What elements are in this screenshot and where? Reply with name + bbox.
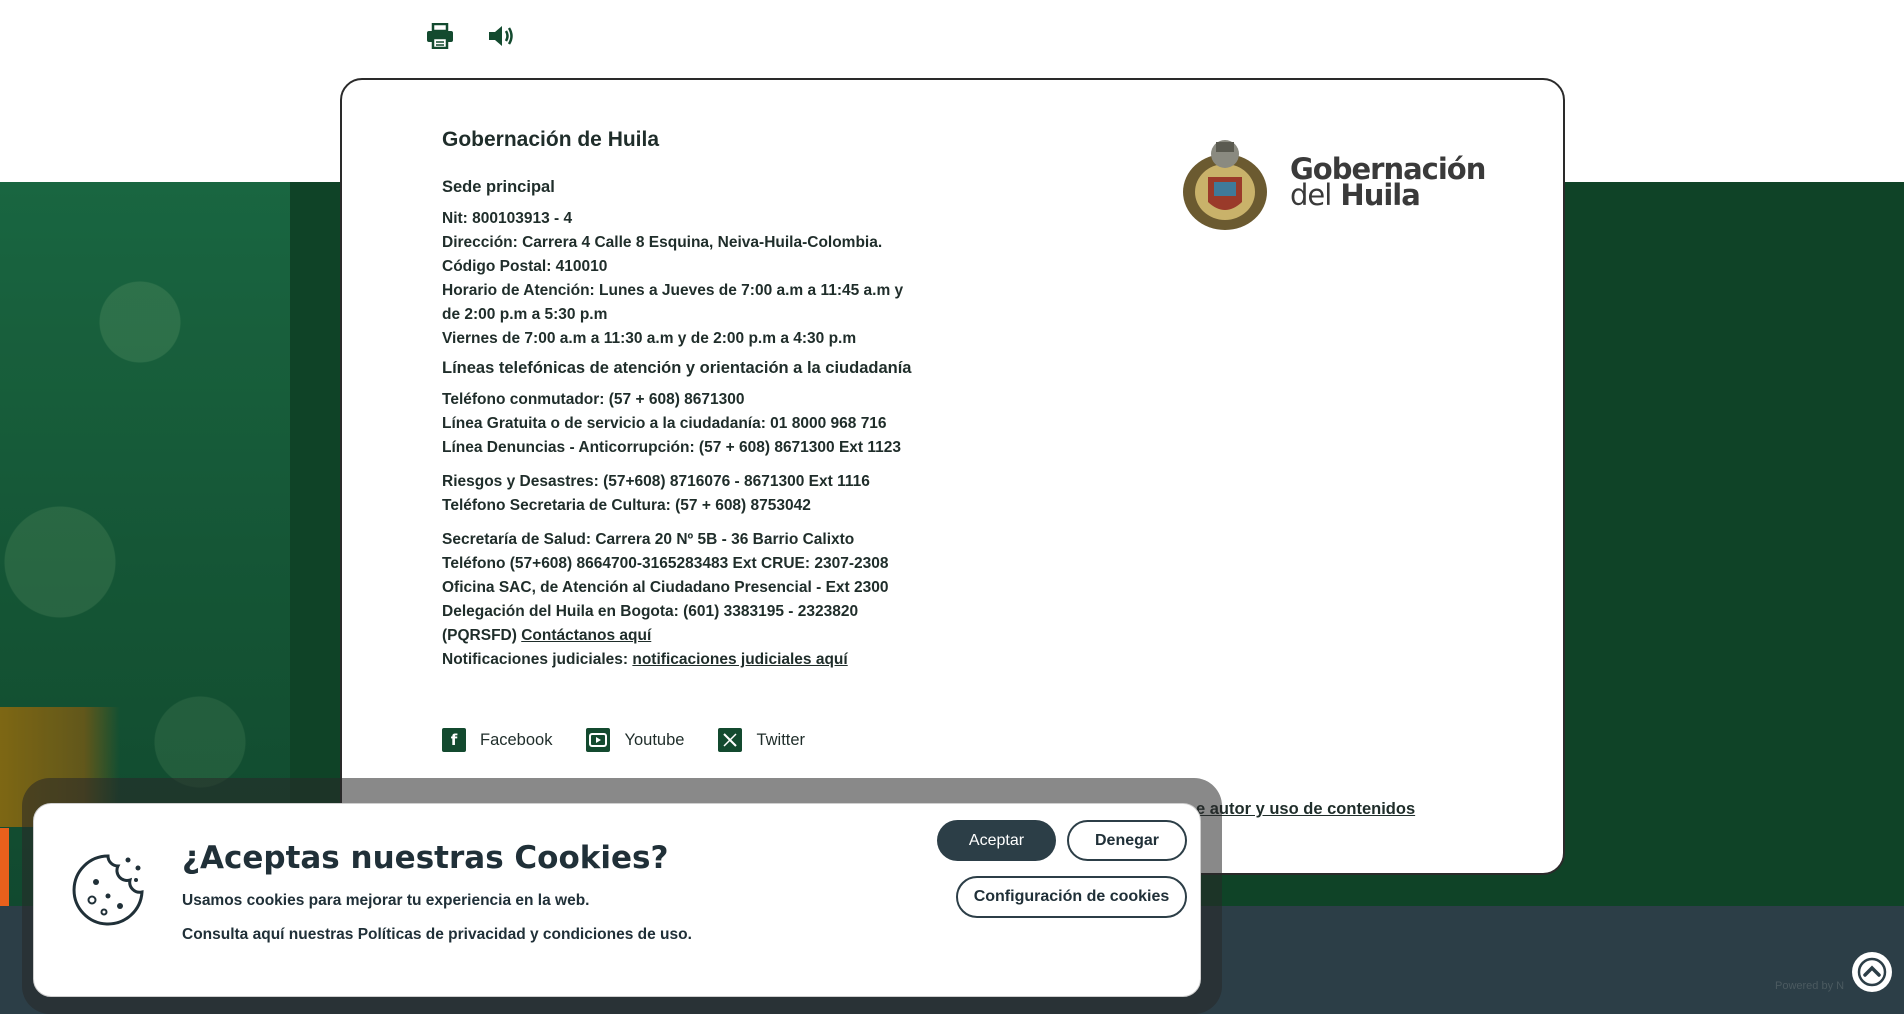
crest-icon (1178, 132, 1272, 232)
complaints-line: Línea Denuncias - Anticorrupción: (57 + … (442, 439, 902, 456)
twitter-label: Twitter (756, 730, 806, 749)
footer-card: Gobernación de Huila Sede principal Nit:… (340, 78, 1565, 875)
health-phone-line: Teléfono (57+608) 8664700-3165283483 Ext… (442, 555, 889, 572)
facebook-icon: f (442, 728, 466, 752)
accent-tick (0, 828, 9, 906)
cookie-banner: ¿Aceptas nuestras Cookies? Usamos cookie… (33, 803, 1201, 997)
facebook-label: Facebook (480, 730, 553, 749)
free-line: Línea Gratuita o de servicio a la ciudad… (442, 415, 887, 432)
youtube-link[interactable]: Youtube (586, 728, 684, 752)
org-title: Gobernación de Huila (442, 128, 660, 151)
cookie-description: Usamos cookies para mejorar tu experienc… (182, 892, 590, 909)
cookie-policy-text[interactable]: Consulta aquí nuestras Políticas de priv… (182, 926, 692, 944)
nit-line: Nit: 800103913 - 4 (442, 210, 573, 227)
logo-word-huila: Huila (1340, 178, 1420, 212)
accept-cookies-button[interactable]: Aceptar (937, 820, 1056, 861)
sede-heading: Sede principal (442, 178, 555, 196)
youtube-icon (586, 728, 611, 752)
print-icon[interactable] (424, 20, 456, 52)
copyright-link[interactable]: e autor y uso de contenidos (1196, 800, 1415, 819)
youtube-label: Youtube (624, 730, 685, 749)
page: Gobernación de Huila Sede principal Nit:… (0, 0, 1904, 1014)
speaker-icon[interactable] (486, 20, 518, 52)
contact-info: Gobernación de Huila Sede principal Nit:… (442, 128, 1002, 672)
switchboard-line: Teléfono conmutador: (57 + 608) 8671300 (442, 391, 745, 408)
deny-cookies-button[interactable]: Denegar (1067, 820, 1187, 861)
contact-link[interactable]: Contáctanos aquí (521, 627, 651, 644)
accessibility-tools (424, 20, 518, 52)
judicial-notifications-link[interactable]: notificaciones judiciales aquí (632, 651, 847, 668)
culture-line: Teléfono Secretaria de Cultura: (57 + 60… (442, 497, 811, 514)
scroll-top-button[interactable] (1852, 952, 1892, 992)
facebook-link[interactable]: f Facebook (442, 728, 552, 752)
gobernacion-logo: Gobernación del Huila (1178, 130, 1486, 234)
social-links: f Facebook Youtube Twitter (442, 728, 805, 752)
postal-code-line: Código Postal: 410010 (442, 258, 608, 275)
twitter-link[interactable]: Twitter (718, 728, 805, 752)
bogota-delegation-line: Delegación del Huila en Bogota: (601) 33… (442, 603, 859, 620)
logo-wordmark: Gobernación del Huila (1290, 155, 1486, 210)
hours-line-3: Viernes de 7:00 a.m a 11:30 a.m y de 2:0… (442, 330, 857, 347)
cookie-icon (70, 852, 146, 928)
logo-word-del: del (1290, 178, 1332, 212)
judicial-notifications-line: Notificaciones judiciales: notificacione… (442, 648, 1002, 672)
chevron-up-icon (1857, 957, 1887, 987)
sac-office-line: Oficina SAC, de Atención al Ciudadano Pr… (442, 579, 889, 596)
address-line: Dirección: Carrera 4 Calle 8 Esquina, Ne… (442, 234, 883, 251)
cookie-title: ¿Aceptas nuestras Cookies? (182, 840, 669, 876)
risks-line: Riesgos y Desastres: (57+608) 8716076 - … (442, 473, 870, 490)
pqrsfd-line: (PQRSFD) Contáctanos aquí (442, 624, 1002, 648)
notif-prefix: Notificaciones judiciales: (442, 651, 629, 668)
hours-line-1: Horario de Atención: Lunes a Jueves de 7… (442, 282, 904, 299)
phone-lines-heading: Líneas telefónicas de atención y orienta… (442, 359, 912, 377)
hours-line-2: de 2:00 p.m a 5:30 p.m (442, 306, 608, 323)
powered-by[interactable]: Powered by N (1775, 980, 1844, 992)
health-address-line: Secretaría de Salud: Carrera 20 Nº 5B - … (442, 531, 855, 548)
cookie-settings-button[interactable]: Configuración de cookies (956, 876, 1187, 918)
pqrsfd-prefix: (PQRSFD) (442, 627, 517, 644)
twitter-x-icon (718, 728, 743, 752)
